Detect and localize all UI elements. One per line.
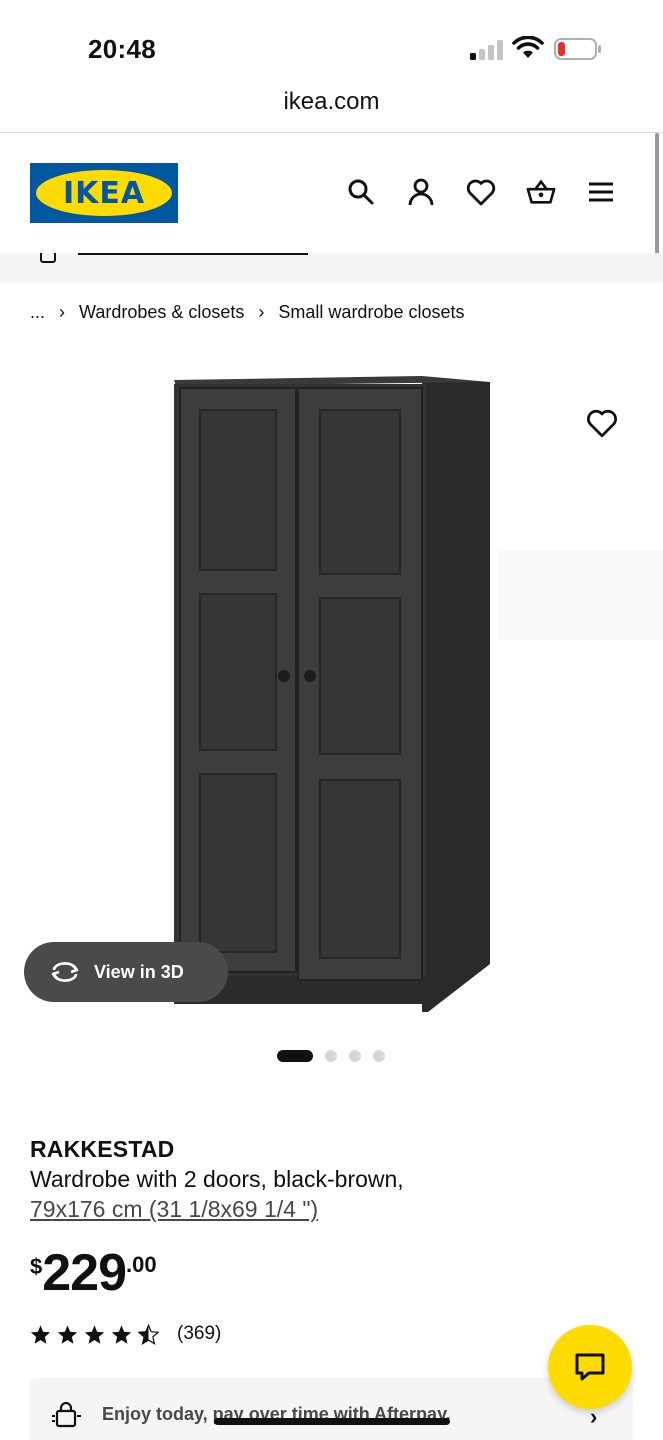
ikea-logo[interactable]: IKEA [30, 163, 178, 223]
home-indicator[interactable] [214, 1418, 450, 1425]
chat-button[interactable] [548, 1325, 632, 1409]
breadcrumb: ... › Wardrobes & closets › Small wardro… [30, 302, 465, 323]
add-to-favorites-icon[interactable] [586, 408, 618, 440]
logo-text: IKEA [62, 175, 146, 211]
image-background-patch [498, 550, 663, 640]
price-decimal: .00 [126, 1252, 157, 1277]
account-icon[interactable] [406, 177, 436, 207]
search-icon[interactable] [346, 177, 376, 207]
site-header: IKEA [0, 133, 663, 253]
chevron-right-icon: › [59, 302, 66, 322]
view-in-3d-label: View in 3D [94, 961, 184, 982]
product-description: Wardrobe with 2 doors, black-brown, [30, 1166, 404, 1192]
star-full-icon [57, 1324, 78, 1344]
pagination-dot-3[interactable] [349, 1050, 361, 1062]
rotate-3d-icon [51, 962, 79, 982]
favorites-icon[interactable] [466, 177, 496, 207]
signal-icon [470, 40, 503, 60]
price-integer: 229 [42, 1244, 127, 1302]
breadcrumb-ellipsis[interactable]: ... [30, 302, 45, 323]
pagination-dot-4[interactable] [373, 1050, 385, 1062]
price-currency: $ [30, 1254, 43, 1279]
status-time: 20:48 [88, 34, 156, 64]
review-count: (369) [177, 1323, 222, 1344]
gallery-pagination [277, 1050, 385, 1062]
view-in-3d-button[interactable]: View in 3D [24, 942, 228, 1002]
breadcrumb-item-wardrobes[interactable]: Wardrobes & closets [79, 302, 244, 323]
star-full-icon [111, 1324, 132, 1344]
breadcrumb-item-small-wardrobes[interactable]: Small wardrobe closets [278, 302, 464, 323]
page-scrollbar[interactable] [655, 133, 659, 263]
chat-icon [575, 1353, 605, 1381]
star-full-icon [30, 1324, 51, 1344]
cart-icon[interactable] [526, 177, 556, 207]
product-name: RAKKESTAD [30, 1136, 175, 1162]
product-size-link[interactable]: 79x176 cm (31 1/8x69 1/4 ") [30, 1196, 318, 1223]
wifi-icon [512, 36, 544, 58]
star-full-icon [84, 1324, 105, 1344]
shopping-bag-icon [52, 1402, 81, 1428]
product-price: $ 229 .00 [30, 1244, 157, 1302]
product-image[interactable] [170, 376, 494, 1016]
battery-icon [554, 38, 601, 60]
pagination-dot-1[interactable] [277, 1050, 313, 1062]
menu-icon[interactable] [586, 177, 616, 207]
product-gallery[interactable]: View in 3D [0, 340, 663, 1040]
strip-underline [78, 253, 308, 255]
pagination-dot-2[interactable] [325, 1050, 337, 1062]
star-half-icon [138, 1323, 159, 1345]
page: 20:48 ikea.com IKEA ... › Wardrobes & cl… [0, 0, 663, 1440]
product-rating[interactable]: (369) [30, 1323, 221, 1345]
rating-stars [30, 1323, 159, 1345]
info-strip[interactable] [0, 253, 663, 283]
chevron-right-icon: › [258, 302, 265, 322]
afterpay-banner[interactable]: Enjoy today, pay over time with Afterpay… [30, 1378, 633, 1440]
store-icon [40, 253, 56, 263]
logo-oval: IKEA [36, 170, 172, 216]
browser-url[interactable]: ikea.com [0, 88, 663, 132]
status-bar: 20:48 [0, 0, 663, 96]
